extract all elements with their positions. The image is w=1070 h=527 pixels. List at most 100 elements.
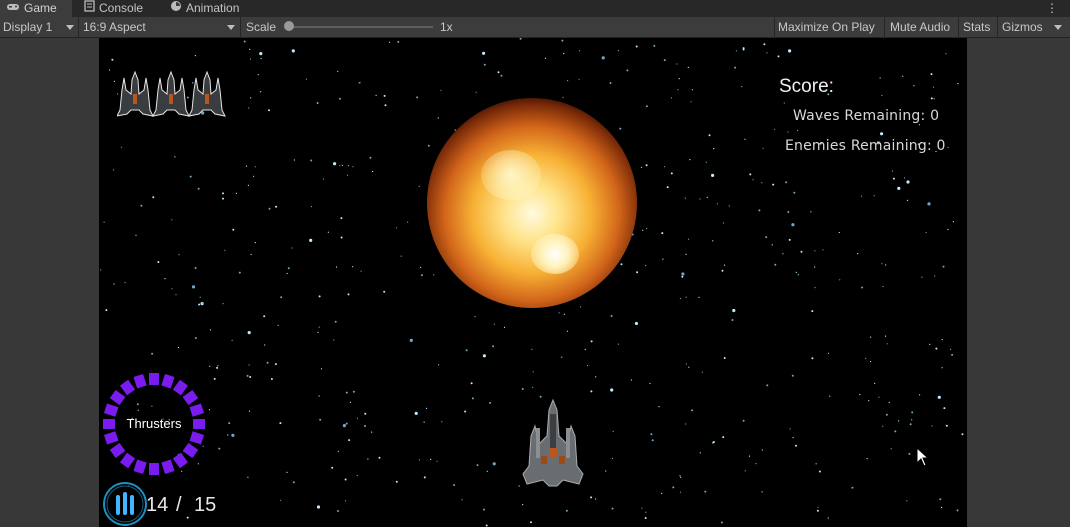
star (279, 422, 282, 425)
star (931, 425, 933, 427)
star (476, 464, 479, 467)
scale-slider-handle[interactable] (284, 21, 294, 31)
star (605, 470, 607, 472)
thruster-segment (109, 442, 126, 459)
star (827, 352, 830, 354)
star (461, 499, 463, 501)
star (886, 343, 888, 345)
star (247, 331, 251, 335)
star (360, 270, 362, 272)
star (341, 164, 343, 166)
display-dropdown[interactable]: Display 1 (3, 17, 52, 37)
star (309, 238, 313, 242)
star (688, 366, 690, 368)
ammo-max-count: 15 (194, 494, 217, 516)
star (865, 357, 867, 359)
game-viewport[interactable]: Score: Waves Remaining: 0 Enemies Remain… (99, 38, 967, 527)
star (280, 499, 282, 501)
star (878, 396, 880, 398)
star (670, 172, 673, 175)
star (474, 316, 476, 318)
star (902, 75, 904, 77)
thruster-segment (161, 459, 175, 475)
star (151, 352, 154, 355)
star (171, 219, 173, 221)
explosion-highlight (481, 150, 541, 200)
star (222, 303, 224, 305)
star (286, 471, 288, 473)
star (708, 134, 711, 137)
thruster-segment (103, 403, 119, 417)
star (941, 506, 943, 508)
ammo-current-count: 14 (146, 494, 169, 516)
star (879, 77, 881, 79)
star (485, 524, 488, 527)
star (646, 227, 648, 230)
star (957, 83, 959, 85)
star (732, 308, 736, 313)
aspect-dropdown[interactable]: 16:9 Aspect (83, 17, 146, 37)
tab-console[interactable]: Console (80, 0, 160, 17)
stats-toggle[interactable]: Stats (963, 17, 990, 37)
star (945, 424, 948, 427)
star (670, 97, 673, 99)
star (741, 86, 743, 88)
star (681, 272, 685, 276)
star (423, 476, 426, 479)
star (653, 44, 656, 47)
star (816, 509, 819, 512)
star (742, 419, 745, 422)
star (578, 50, 580, 52)
star (372, 170, 374, 173)
star (929, 343, 931, 345)
star (108, 69, 111, 71)
star (763, 43, 766, 46)
tab-animation[interactable]: Animation (166, 0, 256, 17)
star (761, 182, 763, 184)
star (687, 66, 689, 68)
star (783, 102, 785, 104)
star (723, 357, 726, 359)
thruster-segment (182, 389, 199, 406)
star (345, 422, 348, 425)
star (678, 78, 680, 80)
gizmos-dropdown-arrow-icon[interactable] (1054, 25, 1062, 30)
star (758, 209, 761, 212)
star (331, 466, 334, 469)
star (345, 391, 348, 394)
star (395, 480, 398, 483)
scale-slider-track[interactable] (289, 26, 433, 28)
star (342, 424, 346, 428)
star (711, 173, 715, 177)
aspect-dropdown-arrow-icon[interactable] (227, 25, 235, 30)
star (873, 195, 875, 197)
star (364, 412, 367, 415)
star (250, 97, 252, 99)
star (224, 249, 226, 251)
star (433, 274, 435, 276)
mute-audio-toggle[interactable]: Mute Audio (890, 17, 950, 37)
console-icon (84, 0, 95, 17)
star (470, 382, 473, 385)
star (310, 206, 312, 208)
tab-game[interactable]: Game (0, 0, 72, 17)
more-options-icon[interactable]: ⋮ (1046, 1, 1058, 15)
toolbar-divider (240, 17, 241, 37)
star (522, 504, 524, 506)
star (595, 376, 597, 378)
star (198, 303, 201, 306)
star (797, 129, 799, 132)
display-dropdown-arrow-icon[interactable] (66, 25, 74, 30)
star (378, 456, 381, 459)
star (249, 48, 251, 50)
star (679, 475, 681, 477)
star (352, 166, 354, 168)
star (317, 331, 319, 333)
star (626, 69, 629, 72)
star (245, 165, 248, 167)
star (227, 434, 229, 436)
star (947, 146, 949, 149)
star (346, 174, 349, 176)
maximize-on-play-toggle[interactable]: Maximize On Play (778, 17, 875, 37)
gizmos-toggle[interactable]: Gizmos (1002, 17, 1043, 37)
